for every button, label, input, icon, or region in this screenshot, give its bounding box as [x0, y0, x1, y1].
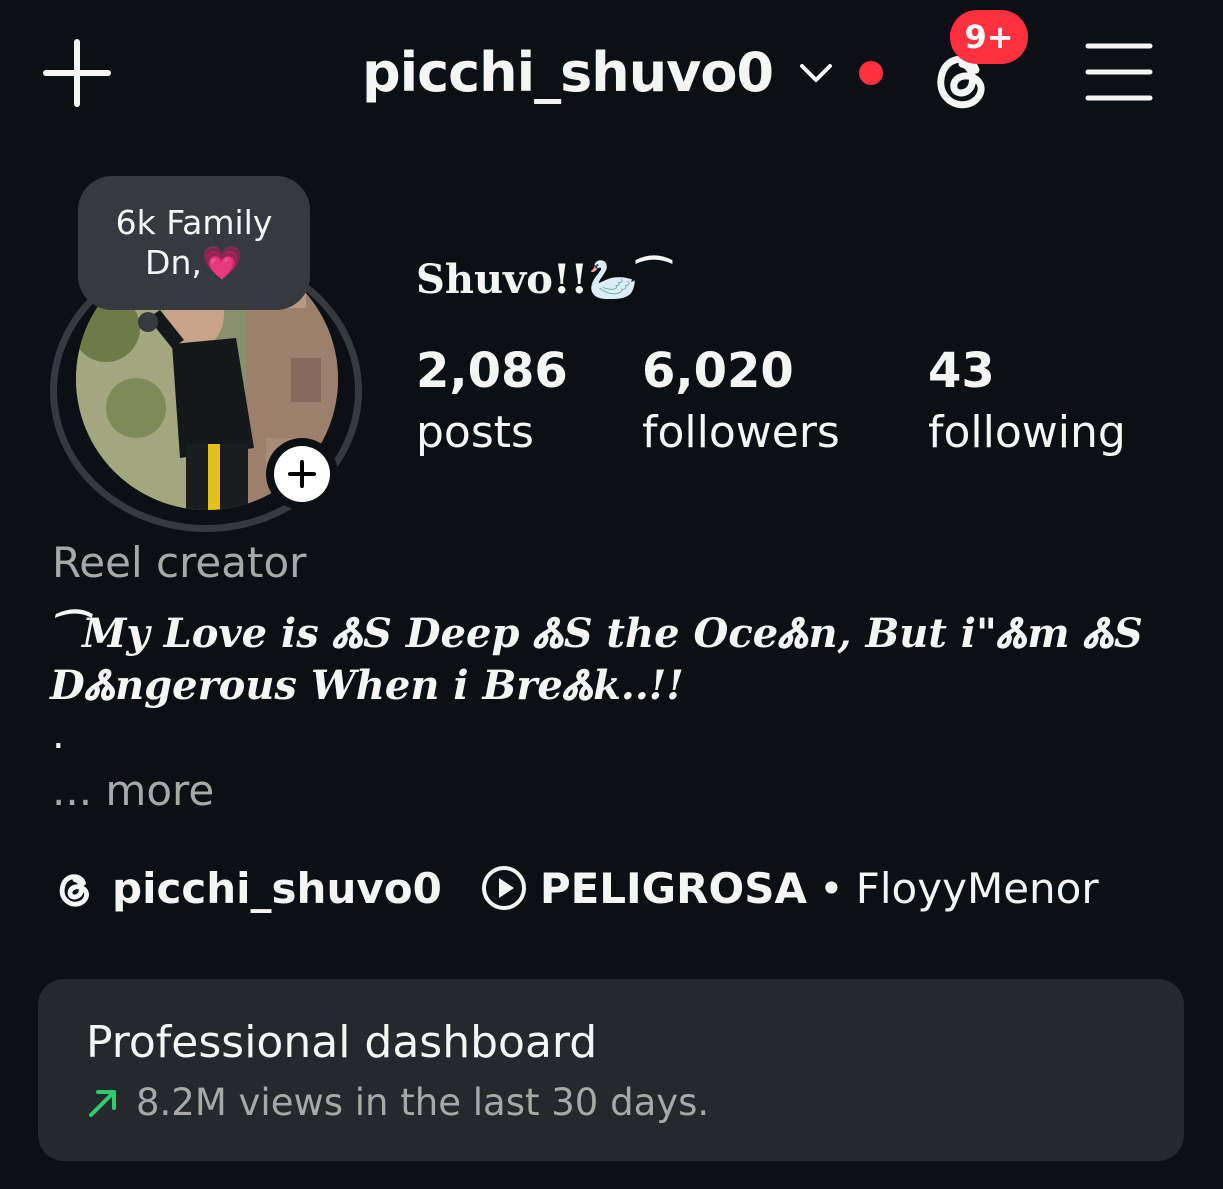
hamburger-menu-icon — [1085, 43, 1153, 101]
note-line-1: 6k Family — [115, 203, 273, 242]
song-separator: • — [818, 863, 844, 913]
header-username: picchi_shuvo0 — [362, 41, 774, 104]
dashboard-title: Professional dashboard — [86, 1017, 598, 1068]
profile-category: Reel creator — [52, 538, 307, 587]
music-link[interactable]: PELIGROSA • FloyyMenor — [480, 864, 1099, 913]
more-link[interactable]: ... more — [52, 766, 214, 815]
account-switcher[interactable]: picchi_shuvo0 — [362, 38, 884, 108]
dashboard-subtitle-row: 8.2M views in the last 30 days. — [86, 1081, 709, 1124]
bio-dot: . — [52, 712, 65, 758]
bio-line-2: DᏜngerous When i BreᏜk..!! — [50, 662, 684, 709]
dashboard-subtitle: 8.2M views in the last 30 days. — [136, 1081, 710, 1124]
play-circle-icon — [481, 866, 526, 910]
bio-line-1: ⁀My Love is ᏜS Deep ᏜS the OceᏜn, But i"… — [50, 610, 1143, 657]
display-name: Shuvo!!🦢⁀ — [416, 256, 671, 303]
bio: ⁀My Love is ᏜS Deep ᏜS the OceᏜn, But i"… — [50, 608, 1150, 712]
following-count: 43 — [928, 343, 995, 399]
menu-button[interactable] — [1084, 40, 1154, 104]
song-title: PELIGROSA — [539, 863, 807, 913]
threads-link[interactable]: picchi_shuvo0 — [52, 864, 442, 913]
followers-label: followers — [642, 407, 840, 458]
threads-icon — [59, 874, 89, 907]
following-label: following — [928, 407, 1126, 458]
followers-stat[interactable]: 6,020 followers — [642, 340, 840, 464]
note-bubble[interactable]: 6k Family Dn,💗 — [78, 176, 310, 310]
add-story-icon — [288, 460, 316, 488]
create-button[interactable] — [42, 38, 112, 108]
profile-screen: picchi_shuvo0 9+ 6k Family Dn,💗 Shuvo!!🦢… — [0, 0, 1223, 1189]
posts-label: posts — [416, 407, 534, 458]
note-bubble-tail — [138, 312, 158, 332]
followers-count: 6,020 — [642, 343, 794, 399]
song-artist: FloyyMenor — [855, 863, 1099, 913]
plus-icon — [43, 39, 111, 107]
new-activity-dot — [859, 61, 884, 85]
add-story-button[interactable] — [266, 438, 338, 510]
chevron-down-icon — [800, 64, 833, 82]
threads-handle: picchi_shuvo0 — [112, 863, 442, 913]
profile-links: picchi_shuvo0 PELIGROSA • FloyyMenor — [52, 858, 1099, 918]
note-line-2: Dn,💗 — [145, 243, 243, 282]
posts-count: 2,086 — [416, 343, 568, 399]
following-stat[interactable]: 43 following — [928, 340, 1126, 464]
professional-dashboard-card[interactable]: Professional dashboard 8.2M views in the… — [38, 979, 1184, 1161]
posts-stat[interactable]: 2,086 posts — [416, 340, 568, 464]
trend-up-icon — [89, 1089, 116, 1117]
notification-badge: 9+ — [950, 10, 1028, 64]
